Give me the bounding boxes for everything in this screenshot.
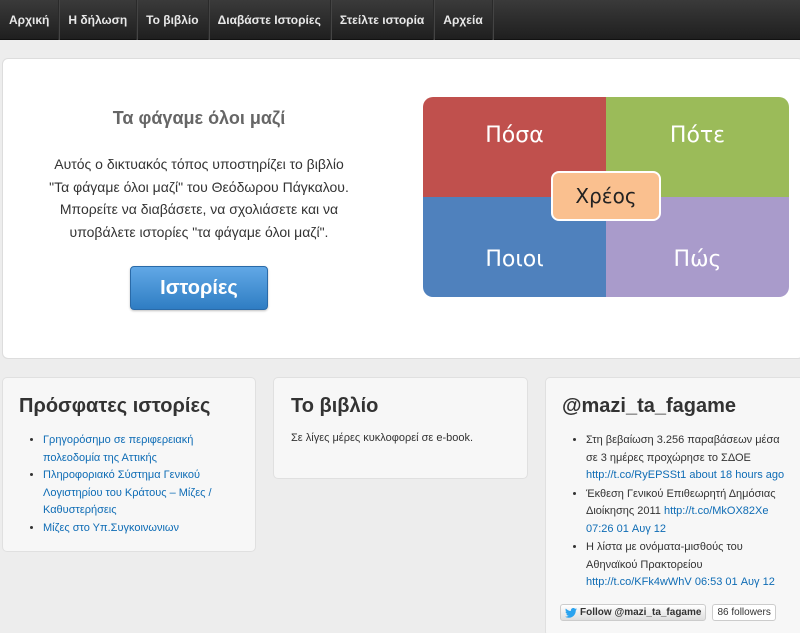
- list-item: Μίζες στο Υπ.Συγκοινωνιων: [43, 520, 249, 538]
- tweet-item: Στη βεβαίωση 3.256 παραβάσεων μέσα σε 3 …: [586, 432, 786, 485]
- hero-title: Τα φάγαμε όλοι μαζί: [112, 108, 286, 128]
- tweet-time[interactable]: 06:53 01 Αυγ 12: [692, 576, 775, 588]
- follow-button[interactable]: Follow @mazi_ta_fagame: [560, 604, 707, 621]
- debt-diagram: Πόσα Πότε Ποιοι Πώς Χρέος: [423, 97, 789, 297]
- tweet-text: Η λίστα με ονόματα-μισθούς του Αθηναϊκού…: [586, 541, 743, 571]
- tweet-item: Η λίστα με ονόματα-μισθούς του Αθηναϊκού…: [586, 539, 786, 592]
- nav-item-home[interactable]: Αρχική: [0, 0, 60, 40]
- recent-stories-list: Γρηγορόσημο σε περιφερειακή πολεοδομία τ…: [43, 432, 249, 537]
- tweet-link[interactable]: http://t.co/MkOX82Xe: [664, 505, 769, 517]
- twitter-title: @mazi_ta_fagame: [562, 395, 737, 417]
- stories-button[interactable]: Ιστορίες: [130, 266, 268, 310]
- book-title: Το βιβλίο: [291, 395, 379, 417]
- twitter-bird-icon: [565, 607, 577, 618]
- book-text: Σε λίγες μέρες κυκλοφορεί σε e-book.: [291, 432, 474, 444]
- nav-item-statement[interactable]: Η δήλωση: [59, 0, 138, 40]
- hero-line: Μπορείτε να διαβάσετε, να σχολιάσετε και…: [59, 201, 339, 217]
- hero-line: Αυτός ο δικτυακός τόπος υποστηρίζει το β…: [54, 156, 344, 172]
- hero-unit: Τα φάγαμε όλοι μαζί Αυτός ο δικτυακός τό…: [2, 58, 800, 359]
- tweet-list: Στη βεβαίωση 3.256 παραβάσεων μέσα σε 3 …: [586, 432, 786, 593]
- nav-item-send-story[interactable]: Στείλτε ιστορία: [331, 0, 435, 40]
- hero-line: υποβάλετε ιστορίες "τα φάγαμε όλοι μαζί"…: [69, 223, 329, 240]
- list-item: Πληροφοριακό Σύστημα Γενικού Λογιστηρίου…: [43, 467, 249, 520]
- tweet-link[interactable]: http://t.co/KFk4wWhV: [586, 576, 692, 588]
- hero-description: Αυτός ο δικτυακός τόπος υποστηρίζει το β…: [23, 153, 375, 243]
- tweet-text: Στη βεβαίωση 3.256 παραβάσεων μέσα σε 3 …: [586, 434, 780, 464]
- tweet-time[interactable]: about 18 hours ago: [686, 469, 784, 481]
- followers-count: 86 followers: [712, 604, 776, 621]
- top-navbar: Αρχική Η δήλωση Το βιβλίο Διαβάστε Ιστορ…: [0, 0, 800, 40]
- diagram-center-debt: Χρέος: [551, 171, 661, 221]
- nav-item-archives[interactable]: Αρχεία: [434, 0, 493, 40]
- story-link[interactable]: Γρηγορόσημο σε περιφερειακή πολεοδομία τ…: [43, 434, 193, 464]
- story-link[interactable]: Πληροφοριακό Σύστημα Γενικού Λογιστηρίου…: [43, 469, 212, 516]
- nav-menu: Αρχική Η δήλωση Το βιβλίο Διαβάστε Ιστορ…: [0, 0, 800, 40]
- twitter-card: @mazi_ta_fagame Στη βεβαίωση 3.256 παραβ…: [545, 377, 800, 633]
- recent-stories-title: Πρόσφατες ιστορίες: [19, 395, 211, 417]
- story-link[interactable]: Μίζες στο Υπ.Συγκοινωνιων: [43, 522, 179, 534]
- hero-line: "Τα φάγαμε όλοι μαζί" του Θεόδωρου Πάγκα…: [49, 178, 349, 195]
- nav-item-book[interactable]: Το βιβλίο: [137, 0, 209, 40]
- tweet-time[interactable]: 07:26 01 Αυγ 12: [586, 523, 666, 535]
- nav-item-read-stories[interactable]: Διαβάστε Ιστορίες: [209, 0, 331, 40]
- book-card: Το βιβλίο Σε λίγες μέρες κυκλοφορεί σε e…: [273, 377, 528, 479]
- follow-button-label: Follow @mazi_ta_fagame: [580, 607, 702, 618]
- list-item: Γρηγορόσημο σε περιφερειακή πολεοδομία τ…: [43, 432, 249, 467]
- recent-stories-card: Πρόσφατες ιστορίες Γρηγορόσημο σε περιφε…: [2, 377, 256, 552]
- twitter-follow-row: Follow @mazi_ta_fagame 86 followers: [560, 604, 776, 621]
- tweet-link[interactable]: http://t.co/RyEPSSt1: [586, 469, 686, 481]
- tweet-item: Έκθεση Γενικού Επιθεωρητή Δημόσιας Διοίκ…: [586, 486, 786, 539]
